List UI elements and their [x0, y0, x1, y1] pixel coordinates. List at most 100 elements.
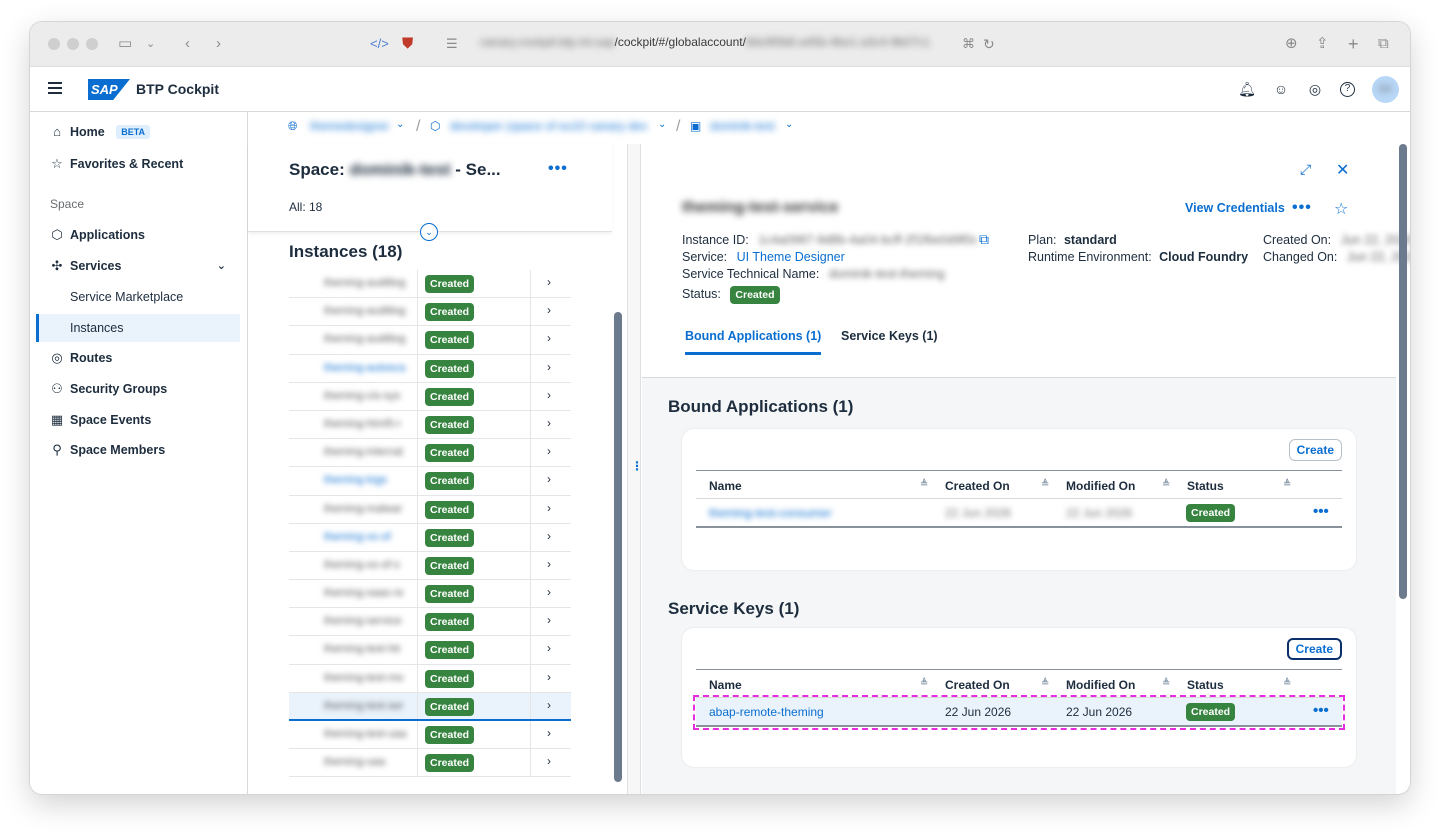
reload-icon[interactable]: ↻	[983, 34, 995, 54]
list-item[interactable]: theming-test-uaa Created ›	[289, 721, 571, 750]
chevron-down-icon[interactable]: ⌄	[217, 252, 226, 280]
sort-icon[interactable]: ≜	[920, 479, 928, 490]
sort-icon[interactable]: ≜	[920, 678, 928, 689]
chevron-right-icon[interactable]: ›	[547, 529, 551, 543]
favorite-star-icon[interactable]: ☆	[1334, 199, 1348, 219]
nav-instances[interactable]: Instances	[36, 314, 240, 342]
instance-name[interactable]: theming-service	[324, 615, 402, 627]
chevron-right-icon[interactable]: ›	[547, 641, 551, 655]
notifications-icon[interactable]: 🔔︎	[1238, 80, 1256, 98]
column-header-created[interactable]: Created On	[945, 479, 1010, 493]
support-icon[interactable]: ◎	[1306, 80, 1324, 98]
chevron-right-icon[interactable]: ›	[547, 670, 551, 684]
translate-icon[interactable]: ⌘	[962, 34, 975, 54]
list-item[interactable]: theming-uaa Created ›	[289, 749, 571, 778]
chevron-right-icon[interactable]: ›	[547, 754, 551, 768]
help-icon[interactable]: ?	[1340, 82, 1355, 97]
shield-icon[interactable]: ⛊	[402, 34, 413, 54]
feedback-icon[interactable]: ☺	[1272, 80, 1290, 98]
instance-name[interactable]: theming-test-htr	[324, 643, 401, 655]
chevron-right-icon[interactable]: ›	[547, 472, 551, 486]
share-icon[interactable]: ⇪	[1316, 34, 1329, 54]
instance-name[interactable]: theming-logs	[324, 474, 387, 486]
more-icon[interactable]: •••	[548, 160, 568, 178]
column-header-created[interactable]: Created On	[945, 678, 1010, 692]
instance-name[interactable]: theming-test-ser	[324, 700, 403, 712]
chevron-right-icon[interactable]: ›	[547, 275, 551, 289]
list-item[interactable]: theming-autosca Created ›	[289, 354, 571, 383]
chevron-right-icon[interactable]: ›	[547, 360, 551, 374]
nav-space-events[interactable]: ▦ Space Events	[36, 406, 240, 434]
column-header-name[interactable]: Name	[709, 479, 742, 493]
instance-name[interactable]: theming-html5-r	[324, 418, 401, 430]
column-header-modified[interactable]: Modified On	[1066, 678, 1135, 692]
fullscreen-icon[interactable]: ⤢	[1300, 161, 1311, 178]
chevron-down-icon[interactable]: ⌄	[785, 119, 793, 130]
column-header-status[interactable]: Status	[1187, 479, 1224, 493]
breadcrumb-space[interactable]: dominik-test	[710, 119, 775, 133]
list-scrollbar[interactable]	[614, 312, 622, 782]
nav-service-marketplace[interactable]: Service Marketplace	[36, 283, 240, 311]
tabs-overview-icon[interactable]: ⧉	[1378, 34, 1389, 54]
list-item[interactable]: theming-xs-of-s Created ›	[289, 551, 571, 581]
column-header-name[interactable]: Name	[709, 678, 742, 692]
table-row[interactable]: abap-remote-theming 22 Jun 2026 22 Jun 2…	[693, 695, 1345, 730]
list-item[interactable]: theming-auditlog Created ›	[289, 270, 571, 299]
chevron-down-icon[interactable]: ⌄	[658, 119, 666, 130]
instance-name[interactable]: theming-internal	[324, 446, 403, 458]
instance-name[interactable]: theming-xs-of-s	[324, 559, 400, 571]
close-icon[interactable]: ✕	[1336, 160, 1349, 180]
table-row[interactable]: theming-test-consumer 22 Jun 2026 22 Jun…	[696, 499, 1342, 528]
column-splitter[interactable]: ⋮⋮	[627, 144, 655, 794]
instance-name[interactable]: theming-xs-of	[324, 531, 391, 543]
list-item[interactable]: theming-auditlog Created ›	[289, 298, 571, 327]
chevron-right-icon[interactable]: ›	[547, 557, 551, 571]
service-link[interactable]: UI Theme Designer	[737, 250, 845, 264]
zoom-window-button[interactable]	[86, 38, 98, 50]
chevron-right-icon[interactable]: ›	[547, 585, 551, 599]
chevron-right-icon[interactable]: ›	[547, 501, 551, 515]
more-icon[interactable]: •••	[1292, 199, 1312, 217]
nav-services[interactable]: ✣ Services ⌄	[36, 252, 240, 280]
copy-icon[interactable]: ⧉	[979, 231, 989, 248]
instance-name[interactable]: theming-cis-sys	[324, 390, 400, 402]
instance-name[interactable]: theming-saas-re	[324, 587, 403, 599]
list-item[interactable]: theming-html5-r Created ›	[289, 410, 571, 440]
list-item[interactable]: theming-test-ser Created ›	[289, 692, 571, 721]
list-item[interactable]: theming-internal Created ›	[289, 439, 571, 468]
chevron-right-icon[interactable]: ›	[547, 416, 551, 430]
list-item[interactable]: theming-malwar Created ›	[289, 495, 571, 524]
menu-icon[interactable]	[48, 82, 62, 94]
list-item[interactable]: theming-service Created ›	[289, 608, 571, 637]
instance-name[interactable]: theming-auditlog	[324, 305, 405, 317]
instance-name[interactable]: theming-test-mo	[324, 672, 403, 684]
avatar[interactable]: DK	[1372, 76, 1399, 103]
collapse-header-button[interactable]: ⌄	[420, 223, 438, 241]
new-tab-icon[interactable]: +	[1348, 34, 1359, 54]
address-bar[interactable]: canary.cockpit.btp.int.sap/cockpit/#/glo…	[480, 35, 930, 49]
chevron-right-icon[interactable]: ›	[547, 444, 551, 458]
chevron-right-icon[interactable]: ›	[547, 303, 551, 317]
reader-icon[interactable]: ☰	[446, 34, 458, 54]
nav-security-groups[interactable]: ⚇ Security Groups	[36, 375, 240, 403]
instance-name[interactable]: theming-auditlog	[324, 333, 405, 345]
minimize-window-button[interactable]	[67, 38, 79, 50]
create-binding-button[interactable]: Create	[1288, 439, 1342, 461]
instance-name[interactable]: theming-autosca	[324, 362, 405, 374]
sort-icon[interactable]: ≜	[1283, 479, 1291, 490]
create-service-key-button[interactable]: Create	[1286, 638, 1342, 660]
chevron-right-icon[interactable]: ›	[547, 726, 551, 740]
row-actions-icon[interactable]: •••	[1313, 503, 1329, 520]
chevron-down-icon[interactable]: ⌄	[146, 34, 155, 54]
forward-icon[interactable]: ›	[216, 34, 221, 54]
list-item[interactable]: theming-saas-re Created ›	[289, 580, 571, 609]
sort-icon[interactable]: ≜	[1041, 479, 1049, 490]
nav-home[interactable]: ⌂ Home BETA	[36, 118, 240, 146]
instance-name[interactable]: theming-malwar	[324, 503, 402, 515]
sort-icon[interactable]: ≜	[1283, 678, 1291, 689]
sort-icon[interactable]: ≜	[1162, 479, 1170, 490]
view-credentials-button[interactable]: View Credentials	[1185, 201, 1285, 215]
list-item[interactable]: theming-cis-sys Created ›	[289, 382, 571, 411]
nav-applications[interactable]: ⬡ Applications	[36, 221, 240, 249]
breadcrumb-global-account[interactable]: themedesigner	[310, 119, 389, 133]
